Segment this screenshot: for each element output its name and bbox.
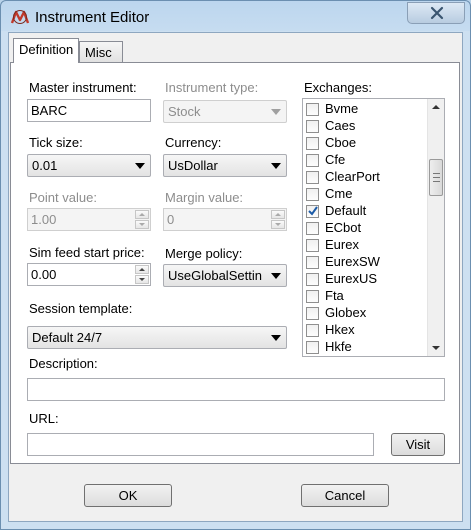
exchange-checkbox[interactable] bbox=[306, 188, 319, 201]
description-input[interactable] bbox=[27, 378, 445, 401]
exchange-checkbox[interactable] bbox=[306, 137, 319, 150]
url-input[interactable] bbox=[27, 433, 374, 456]
exchange-label: ClearPort bbox=[325, 169, 380, 184]
spin-up-icon[interactable] bbox=[271, 210, 285, 219]
exchange-label: Bvme bbox=[325, 101, 359, 116]
close-button[interactable] bbox=[407, 2, 465, 24]
exchanges-list[interactable]: Bvme Caes Cboe Cfe ClearPort Cme Default ECbot E… bbox=[302, 98, 445, 357]
exchange-label: Cboe bbox=[325, 135, 357, 150]
exchange-checkbox[interactable] bbox=[306, 103, 319, 116]
currency-label: Currency: bbox=[165, 135, 222, 150]
exchange-label: Cfe bbox=[325, 152, 346, 167]
spin-down-icon[interactable] bbox=[135, 275, 149, 284]
scrollbar-thumb[interactable] bbox=[429, 159, 443, 196]
chevron-down-icon bbox=[271, 335, 281, 341]
spin-down-icon[interactable] bbox=[135, 220, 149, 229]
exchange-label: Globex bbox=[325, 305, 367, 320]
tick-size-select[interactable]: 0.01 bbox=[27, 154, 151, 177]
point-value-value: 1.00 bbox=[31, 212, 57, 227]
spinner-buttons bbox=[135, 265, 149, 284]
margin-value-value: 0 bbox=[167, 212, 175, 227]
spin-up-icon[interactable] bbox=[135, 210, 149, 219]
exchange-checkbox[interactable] bbox=[306, 273, 319, 286]
master-instrument-label: Master instrument: bbox=[29, 80, 137, 95]
exchanges-label: Exchanges: bbox=[304, 80, 372, 95]
exchange-label: Cme bbox=[325, 186, 353, 201]
session-template-label: Session template: bbox=[29, 301, 133, 316]
exchange-checkbox[interactable] bbox=[306, 171, 319, 184]
session-template-select[interactable]: Default 24/7 bbox=[27, 326, 287, 349]
sim-feed-start-price-value: 0.00 bbox=[31, 267, 57, 282]
exchange-checkbox[interactable] bbox=[306, 222, 319, 235]
sim-feed-start-price-label: Sim feed start price: bbox=[29, 245, 145, 260]
exchange-checkbox[interactable] bbox=[306, 205, 319, 218]
merge-policy-value: UseGlobalSettin bbox=[168, 268, 262, 283]
exchange-checkbox[interactable] bbox=[306, 341, 319, 354]
exchange-label: Fta bbox=[325, 288, 344, 303]
master-instrument-input[interactable]: BARC bbox=[27, 99, 151, 122]
tab-definition[interactable]: Definition bbox=[13, 38, 79, 63]
session-template-value: Default 24/7 bbox=[32, 330, 103, 345]
exchange-checkbox[interactable] bbox=[306, 324, 319, 337]
close-icon bbox=[430, 6, 444, 20]
tab-misc[interactable]: Misc bbox=[79, 41, 123, 63]
exchange-checkbox[interactable] bbox=[306, 290, 319, 303]
tick-size-label: Tick size: bbox=[29, 135, 83, 150]
tick-size-value: 0.01 bbox=[32, 158, 58, 173]
exchange-label: Eurex bbox=[325, 237, 359, 252]
cancel-button[interactable]: Cancel bbox=[301, 484, 389, 507]
chevron-down-icon bbox=[271, 163, 281, 169]
chevron-down-icon bbox=[271, 273, 281, 279]
exchange-checkbox[interactable] bbox=[306, 154, 319, 167]
title-bar[interactable]: Instrument Editor bbox=[1, 1, 470, 33]
merge-policy-label: Merge policy: bbox=[165, 246, 243, 261]
description-label: Description: bbox=[29, 356, 98, 371]
scroll-down-icon[interactable] bbox=[428, 339, 444, 356]
currency-value: UsDollar bbox=[168, 158, 218, 173]
exchange-label: EurexUS bbox=[325, 271, 378, 286]
instrument-type-select[interactable]: Stock bbox=[163, 100, 287, 123]
point-value-label: Point value: bbox=[29, 190, 97, 205]
window-title: Instrument Editor bbox=[35, 9, 150, 26]
check-icon bbox=[308, 206, 318, 216]
spin-down-icon[interactable] bbox=[271, 220, 285, 229]
exchange-checkbox[interactable] bbox=[306, 239, 319, 252]
exchange-label: Hkfe bbox=[325, 339, 352, 354]
tab-definition-label: Definition bbox=[19, 42, 74, 57]
chevron-down-icon bbox=[135, 163, 145, 169]
tab-misc-label: Misc bbox=[85, 45, 112, 60]
exchange-label: Hkex bbox=[325, 322, 355, 337]
app-logo-icon bbox=[10, 10, 30, 24]
sim-feed-start-price-spinner[interactable]: 0.00 bbox=[27, 263, 151, 286]
spinner-buttons bbox=[135, 210, 149, 229]
spinner-buttons bbox=[271, 210, 285, 229]
visit-button[interactable]: Visit bbox=[391, 433, 445, 456]
exchange-label: Default bbox=[325, 203, 367, 218]
currency-select[interactable]: UsDollar bbox=[163, 154, 287, 177]
exchange-checkbox[interactable] bbox=[306, 307, 319, 320]
margin-value-label: Margin value: bbox=[165, 190, 244, 205]
chevron-down-icon bbox=[271, 109, 281, 115]
url-label: URL: bbox=[29, 411, 59, 426]
instrument-type-value: Stock bbox=[168, 104, 201, 119]
ok-button[interactable]: OK bbox=[84, 484, 172, 507]
instrument-type-label: Instrument type: bbox=[165, 80, 259, 95]
margin-value-spinner[interactable]: 0 bbox=[163, 208, 287, 231]
exchange-label: EurexSW bbox=[325, 254, 380, 269]
merge-policy-select[interactable]: UseGlobalSettin bbox=[163, 264, 287, 287]
exchange-checkbox[interactable] bbox=[306, 256, 319, 269]
scroll-up-icon[interactable] bbox=[428, 99, 444, 116]
point-value-spinner[interactable]: 1.00 bbox=[27, 208, 151, 231]
exchange-label: ECbot bbox=[325, 220, 362, 235]
exchanges-scrollbar[interactable] bbox=[427, 99, 444, 356]
exchange-label: Caes bbox=[325, 118, 356, 133]
spin-up-icon[interactable] bbox=[135, 265, 149, 274]
exchange-checkbox[interactable] bbox=[306, 120, 319, 133]
